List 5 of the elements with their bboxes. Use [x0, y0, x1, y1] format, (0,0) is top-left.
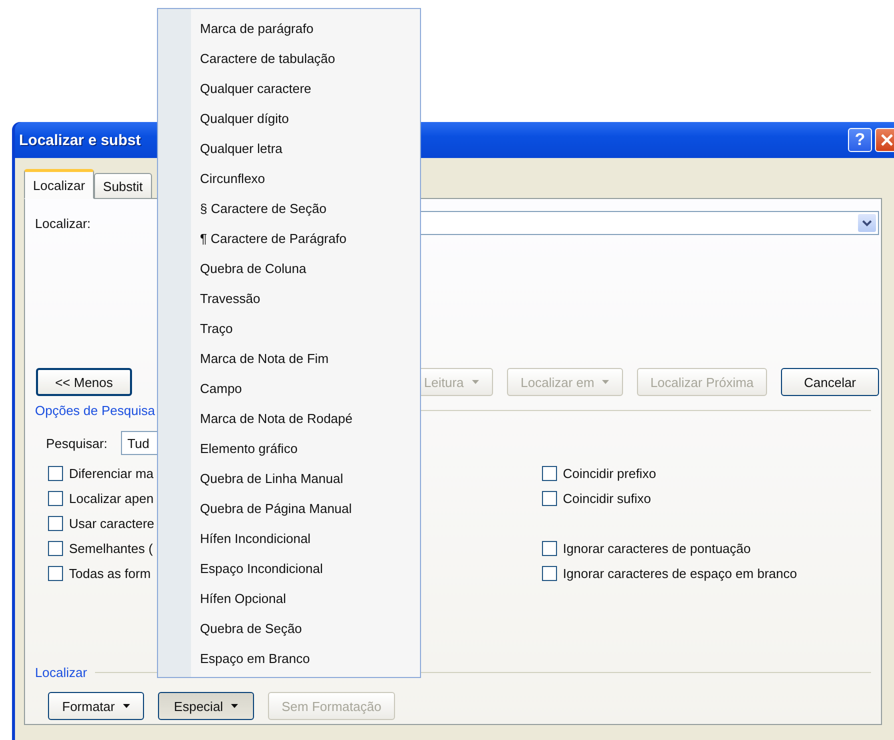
find-label: Localizar: — [35, 216, 91, 230]
group-title: Opções de Pesquisa — [35, 402, 155, 418]
group-title: Localizar — [35, 664, 88, 680]
window-title: Localizar e subst — [19, 132, 141, 148]
search-label: Pesquisar: — [46, 436, 108, 450]
